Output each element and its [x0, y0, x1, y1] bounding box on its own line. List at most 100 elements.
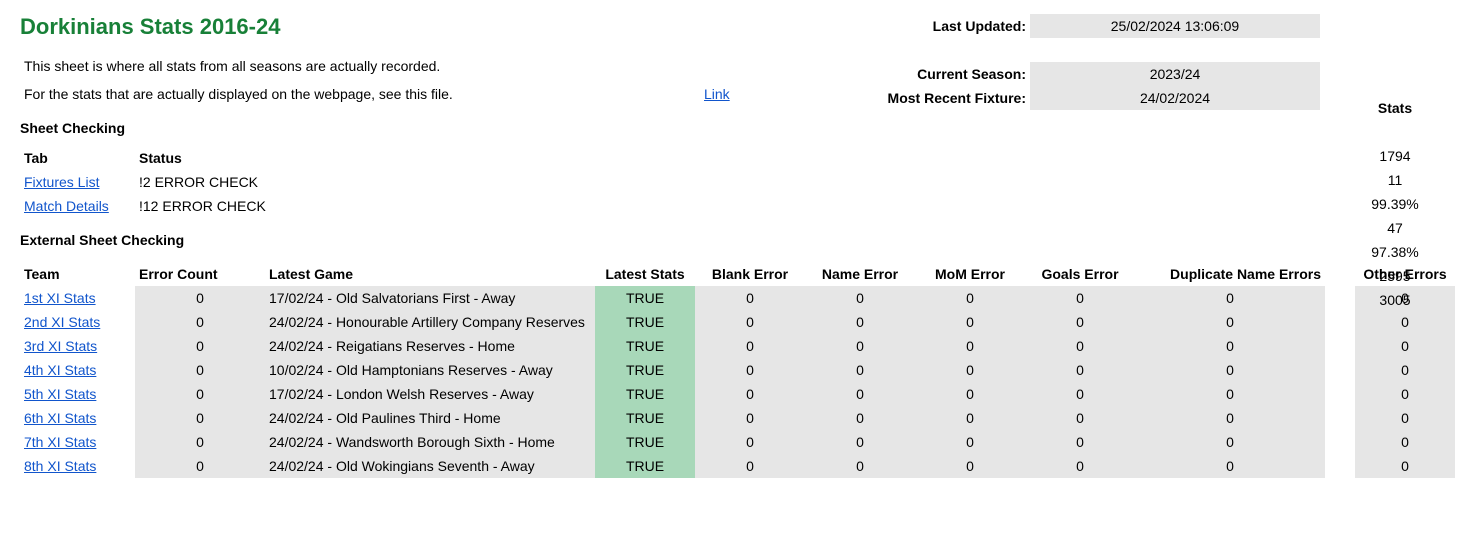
- blank-error: 0: [695, 310, 805, 334]
- tab-table: Tab Status Fixtures List !2 ERROR CHECK …: [20, 146, 1447, 218]
- latest-game: 24/02/24 - Old Paulines Third - Home: [265, 406, 595, 430]
- mom-error: 0: [915, 430, 1025, 454]
- latest-stats: TRUE: [595, 334, 695, 358]
- stats-value: 11: [1340, 168, 1450, 192]
- mom-error: 0: [915, 286, 1025, 310]
- other-errors: 0: [1355, 430, 1455, 454]
- other-errors: 0: [1355, 382, 1455, 406]
- name-error: 0: [805, 286, 915, 310]
- latest-game: 24/02/24 - Reigatians Reserves - Home: [265, 334, 595, 358]
- goals-error: 0: [1025, 310, 1135, 334]
- blank-error: 0: [695, 430, 805, 454]
- webpage-link[interactable]: Link: [704, 86, 730, 102]
- other-errors: 0: [1355, 406, 1455, 430]
- stats-value: 2595: [1340, 264, 1450, 288]
- latest-game: 10/02/24 - Old Hamptonians Reserves - Aw…: [265, 358, 595, 382]
- goals-error: 0: [1025, 454, 1135, 478]
- mom-error: 0: [915, 382, 1025, 406]
- error-count: 0: [135, 382, 265, 406]
- duplicate-name-errors: 0: [1135, 430, 1325, 454]
- mom-error: 0: [915, 406, 1025, 430]
- stats-column: Stats 1794 11 99.39% 47 97.38% 2595 3005: [1340, 96, 1450, 312]
- error-count: 0: [135, 454, 265, 478]
- team-link[interactable]: 6th XI Stats: [24, 410, 96, 426]
- col-name-error: Name Error: [805, 262, 915, 286]
- team-link[interactable]: 7th XI Stats: [24, 434, 96, 450]
- latest-stats: TRUE: [595, 310, 695, 334]
- stats-value: 97.38%: [1340, 240, 1450, 264]
- other-errors: 0: [1355, 310, 1455, 334]
- name-error: 0: [805, 454, 915, 478]
- stats-header: Stats: [1340, 96, 1450, 120]
- most-recent-fixture-label: Most Recent Fixture:: [880, 86, 1030, 110]
- error-count: 0: [135, 358, 265, 382]
- stats-value: 99.39%: [1340, 192, 1450, 216]
- mom-error: 0: [915, 454, 1025, 478]
- current-season-label: Current Season:: [880, 62, 1030, 86]
- col-team: Team: [20, 262, 135, 286]
- stats-value: 1794: [1340, 144, 1450, 168]
- col-goals-error: Goals Error: [1025, 262, 1135, 286]
- blank-error: 0: [695, 406, 805, 430]
- team-link[interactable]: 2nd XI Stats: [24, 314, 100, 330]
- error-count: 0: [135, 334, 265, 358]
- sheet-checking-header: Sheet Checking: [20, 120, 1447, 136]
- current-season-value: 2023/24: [1030, 62, 1320, 86]
- latest-game: 24/02/24 - Wandsworth Borough Sixth - Ho…: [265, 430, 595, 454]
- name-error: 0: [805, 406, 915, 430]
- stats-value: 3005: [1340, 288, 1450, 312]
- team-link[interactable]: 8th XI Stats: [24, 458, 96, 474]
- external-table: Team Error Count Latest Game Latest Stat…: [20, 262, 1447, 478]
- latest-stats: TRUE: [595, 406, 695, 430]
- intro-line-2: For the stats that are actually displaye…: [20, 82, 700, 106]
- latest-game: 24/02/24 - Honourable Artillery Company …: [265, 310, 595, 334]
- other-errors: 0: [1355, 334, 1455, 358]
- duplicate-name-errors: 0: [1135, 454, 1325, 478]
- status-col-header: Status: [135, 146, 395, 170]
- match-details-link[interactable]: Match Details: [24, 198, 109, 214]
- goals-error: 0: [1025, 358, 1135, 382]
- name-error: 0: [805, 430, 915, 454]
- goals-error: 0: [1025, 406, 1135, 430]
- latest-stats: TRUE: [595, 454, 695, 478]
- name-error: 0: [805, 310, 915, 334]
- mom-error: 0: [915, 358, 1025, 382]
- latest-stats: TRUE: [595, 382, 695, 406]
- duplicate-name-errors: 0: [1135, 310, 1325, 334]
- team-link[interactable]: 4th XI Stats: [24, 362, 96, 378]
- col-latest-stats: Latest Stats: [595, 262, 695, 286]
- error-count: 0: [135, 406, 265, 430]
- team-link[interactable]: 5th XI Stats: [24, 386, 96, 402]
- goals-error: 0: [1025, 286, 1135, 310]
- tab-col-header: Tab: [20, 146, 135, 170]
- external-sheet-checking-header: External Sheet Checking: [20, 232, 1447, 248]
- duplicate-name-errors: 0: [1135, 286, 1325, 310]
- latest-game: 17/02/24 - Old Salvatorians First - Away: [265, 286, 595, 310]
- duplicate-name-errors: 0: [1135, 334, 1325, 358]
- latest-stats: TRUE: [595, 358, 695, 382]
- team-link[interactable]: 3rd XI Stats: [24, 338, 97, 354]
- blank-error: 0: [695, 382, 805, 406]
- latest-stats: TRUE: [595, 286, 695, 310]
- error-count: 0: [135, 286, 265, 310]
- latest-stats: TRUE: [595, 430, 695, 454]
- blank-error: 0: [695, 358, 805, 382]
- col-mom-error: MoM Error: [915, 262, 1025, 286]
- col-dup-name: Duplicate Name Errors: [1135, 262, 1325, 286]
- blank-error: 0: [695, 334, 805, 358]
- other-errors: 0: [1355, 358, 1455, 382]
- mom-error: 0: [915, 310, 1025, 334]
- last-updated-value: 25/02/2024 13:06:09: [1030, 14, 1320, 38]
- duplicate-name-errors: 0: [1135, 406, 1325, 430]
- last-updated-label: Last Updated:: [880, 14, 1030, 38]
- col-blank-error: Blank Error: [695, 262, 805, 286]
- fixtures-list-link[interactable]: Fixtures List: [24, 174, 99, 190]
- name-error: 0: [805, 334, 915, 358]
- error-count: 0: [135, 310, 265, 334]
- other-errors: 0: [1355, 454, 1455, 478]
- team-link[interactable]: 1st XI Stats: [24, 290, 96, 306]
- fixtures-list-status: !2 ERROR CHECK: [135, 170, 395, 194]
- name-error: 0: [805, 358, 915, 382]
- match-details-status: !12 ERROR CHECK: [135, 194, 395, 218]
- mom-error: 0: [915, 334, 1025, 358]
